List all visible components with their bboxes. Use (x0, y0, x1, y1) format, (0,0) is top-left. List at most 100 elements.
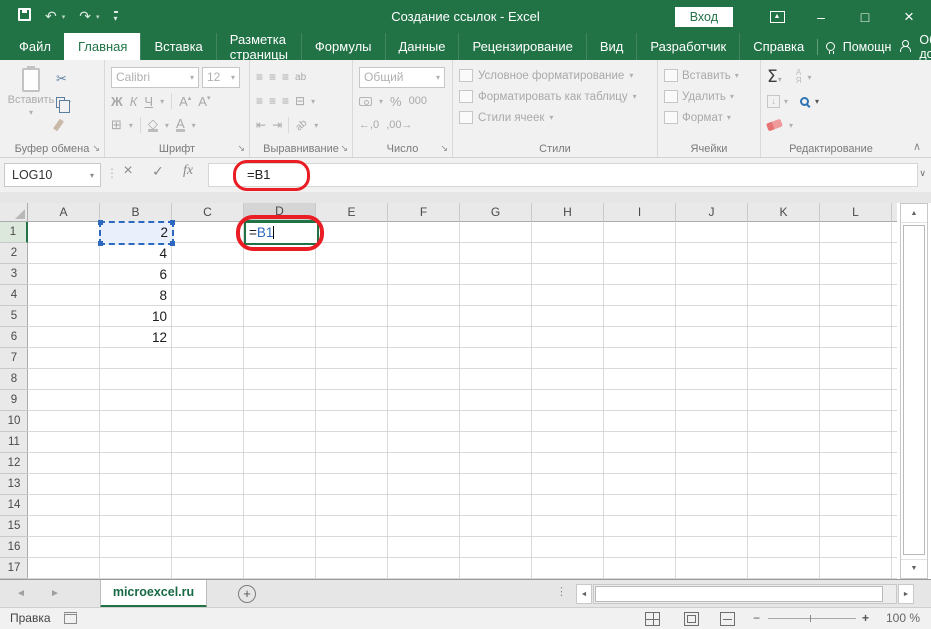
zoom-slider-handle[interactable] (810, 615, 811, 622)
page-break-view-icon[interactable] (720, 612, 735, 626)
cancel-entry-icon[interactable]: × (118, 162, 138, 180)
fill-down-icon[interactable]: ↓ (767, 94, 780, 108)
customize-qat-icon[interactable]: ▾ (113, 10, 118, 23)
zoom-in-icon[interactable]: + (862, 611, 869, 625)
align-top-icon[interactable]: ≡ (256, 70, 263, 84)
grow-font-button[interactable]: А (179, 94, 191, 109)
cells-button-1[interactable]: Удалить ▾ (664, 86, 756, 107)
ribbon-tab-3[interactable]: Разметка страницы (215, 32, 301, 62)
orientation-icon[interactable]: ab (294, 117, 310, 133)
sort-filter-icon[interactable]: АЯ (796, 69, 802, 85)
macro-record-icon[interactable] (64, 612, 77, 624)
select-all-corner[interactable] (0, 203, 28, 222)
ribbon-tab-8[interactable]: Разработчик (636, 33, 739, 60)
paste-dropdown-icon[interactable]: ▾ (29, 108, 33, 117)
zoom-out-icon[interactable]: − (753, 611, 760, 625)
row-header-4[interactable]: 4 (0, 285, 28, 306)
align-left-icon[interactable]: ≡ (256, 94, 263, 108)
row-header-9[interactable]: 9 (0, 390, 28, 411)
clipboard-dialog-launcher[interactable]: ↘ (92, 143, 100, 154)
ribbon-tab-7[interactable]: Вид (585, 33, 637, 60)
row-header-1[interactable]: 1 (0, 222, 28, 243)
signin-button[interactable]: Вход (674, 6, 733, 27)
formula-input[interactable]: =B1 (208, 163, 918, 187)
number-format-combo[interactable]: Общий ▾ (359, 66, 445, 88)
save-icon[interactable] (18, 7, 31, 26)
cells-button-2[interactable]: Формат ▾ (664, 107, 756, 128)
share-label[interactable]: Общий доступ (919, 33, 931, 61)
assistant-label[interactable]: Помощн (843, 40, 892, 54)
scroll-right-icon[interactable]: ► (898, 584, 914, 604)
comma-style-icon[interactable]: 000 (409, 95, 427, 107)
borders-button[interactable]: ⊞ (111, 117, 122, 133)
scroll-left-icon[interactable]: ◄ (576, 584, 592, 604)
align-center-icon[interactable]: ≡ (269, 94, 276, 108)
number-dialog-launcher[interactable]: ↘ (440, 143, 448, 154)
row-header-5[interactable]: 5 (0, 306, 28, 327)
share-person-icon[interactable] (899, 38, 912, 56)
merge-center-icon[interactable]: ⊟ (295, 94, 305, 108)
row-header-16[interactable]: 16 (0, 537, 28, 558)
ribbon-tab-file[interactable]: Файл (6, 33, 64, 60)
ribbon-tab-4[interactable]: Формулы (300, 33, 385, 60)
row-header-10[interactable]: 10 (0, 411, 28, 432)
font-color-button[interactable]: А (175, 117, 185, 132)
font-name-combo[interactable]: Calibri ▾ (111, 66, 199, 88)
ribbon-tab-2[interactable]: Вставка (140, 33, 215, 60)
scrollbar-resize-handle[interactable]: ⋮ (556, 585, 568, 598)
row-header-15[interactable]: 15 (0, 516, 28, 537)
lightbulb-icon[interactable] (825, 38, 835, 56)
new-sheet-icon[interactable]: + (238, 585, 256, 603)
column-header-B[interactable]: B (100, 203, 172, 222)
italic-button[interactable]: К (130, 94, 138, 109)
percent-style-icon[interactable]: % (390, 94, 402, 109)
fill-color-button[interactable]: ◇ (147, 117, 158, 132)
align-right-icon[interactable]: ≡ (282, 94, 289, 108)
underline-button[interactable]: Ч (144, 94, 153, 109)
column-header-L[interactable]: L (820, 203, 892, 222)
column-header-K[interactable]: K (748, 203, 820, 222)
column-header-G[interactable]: G (460, 203, 532, 222)
row-header-13[interactable]: 13 (0, 474, 28, 495)
ribbon-tab-9[interactable]: Справка (739, 33, 817, 60)
font-dialog-launcher[interactable]: ↘ (237, 143, 245, 154)
row-header-3[interactable]: 3 (0, 264, 28, 285)
ribbon-display-options-icon[interactable]: ▲ (755, 0, 799, 33)
minimize-button[interactable]: – (799, 0, 843, 33)
column-header-H[interactable]: H (532, 203, 604, 222)
page-layout-view-icon[interactable] (684, 612, 699, 626)
cell-D1-edit[interactable]: =B1 (244, 221, 319, 245)
row-header-8[interactable]: 8 (0, 369, 28, 390)
decrease-indent-icon[interactable]: ⇤ (256, 118, 266, 132)
maximize-button[interactable]: □ (843, 0, 887, 33)
column-header-F[interactable]: F (388, 203, 460, 222)
column-header-I[interactable]: I (604, 203, 676, 222)
scroll-down-icon[interactable]: ▼ (901, 559, 927, 577)
decrease-decimal-icon[interactable]: ,00→ (386, 119, 412, 131)
referenced-cell-B1[interactable]: 2 (98, 220, 175, 246)
row-header-11[interactable]: 11 (0, 432, 28, 453)
vertical-scrollbar[interactable]: ▲ ▼ (900, 203, 928, 579)
insert-function-icon[interactable]: fx (178, 163, 198, 179)
align-middle-icon[interactable]: ≡ (269, 70, 276, 84)
zoom-slider[interactable] (768, 615, 856, 622)
horizontal-scroll-thumb[interactable] (595, 586, 883, 602)
row-header-7[interactable]: 7 (0, 348, 28, 369)
styles-button-1[interactable]: Форматировать как таблицу ▾ (459, 86, 653, 107)
column-header-A[interactable]: A (28, 203, 100, 222)
underline-dropdown-icon[interactable]: ▾ (160, 97, 164, 106)
column-header-J[interactable]: J (676, 203, 748, 222)
row-header-12[interactable]: 12 (0, 453, 28, 474)
sheet-tab-active[interactable]: microexcel.ru (100, 580, 207, 608)
zoom-level[interactable]: 100 % (886, 611, 920, 625)
scroll-up-icon[interactable]: ▲ (901, 205, 927, 223)
cell-B2[interactable]: 4 (100, 243, 172, 264)
shrink-font-button[interactable]: А (198, 94, 210, 109)
cell-B3[interactable]: 6 (100, 264, 172, 285)
format-painter-button[interactable] (53, 115, 71, 135)
next-sheet-icon[interactable]: ► (50, 588, 60, 599)
expand-formula-bar-icon[interactable]: ∨ (919, 168, 926, 179)
cells-button-0[interactable]: Вставить ▾ (664, 65, 756, 86)
autosum-button[interactable]: Σ▾ (767, 67, 782, 87)
bold-button[interactable]: Ж (111, 94, 123, 109)
